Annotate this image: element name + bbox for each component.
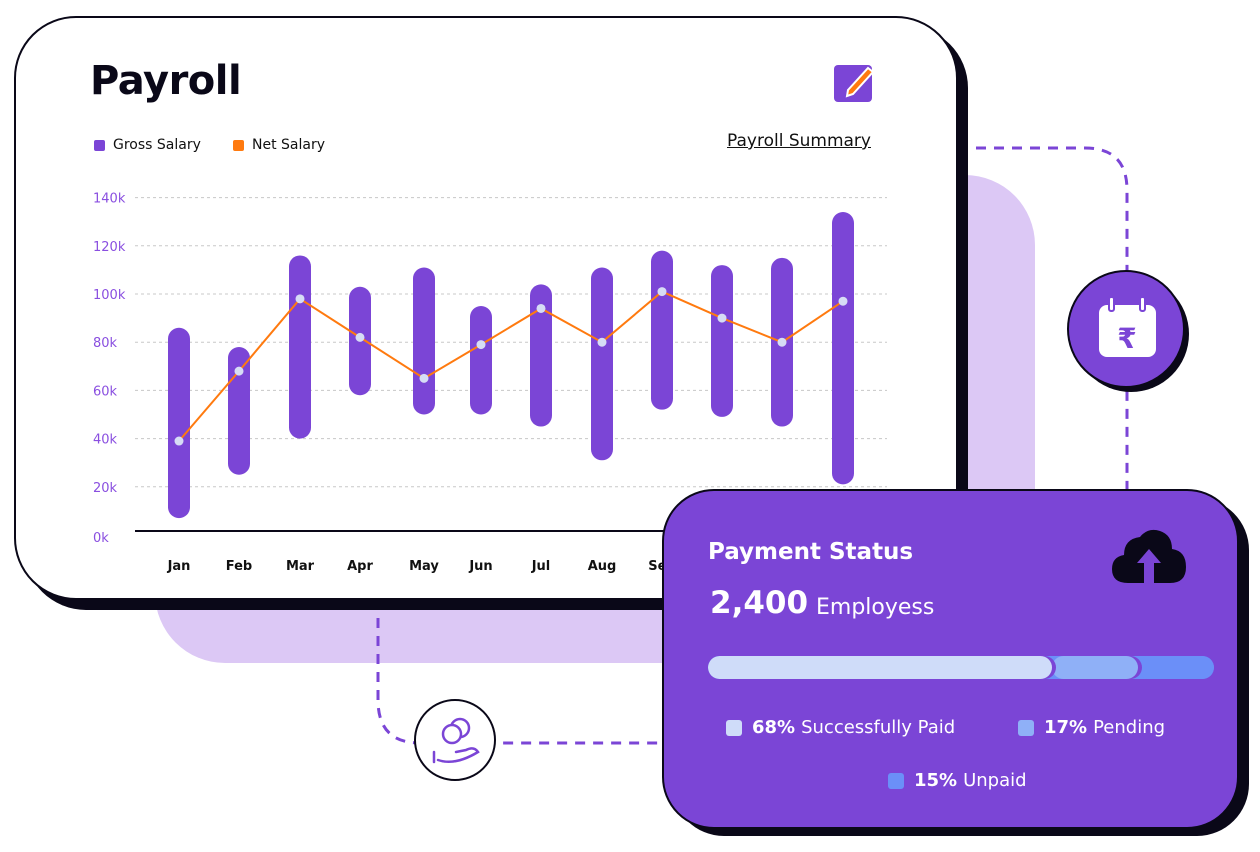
y-tick-label: 120k [93, 240, 126, 255]
employee-count-label: Employess [816, 595, 935, 620]
pending-percent: 17% [1044, 717, 1088, 738]
payment-progress-bar [708, 656, 1214, 679]
payment-status-title: Payment Status [708, 539, 914, 565]
net-salary-line [178, 290, 844, 442]
employee-count: 2,400 [710, 585, 809, 621]
unpaid-percent: 15% [914, 770, 958, 791]
legend-unpaid: 15% Unpaid [888, 770, 1027, 791]
net-salary-point [657, 287, 667, 297]
gross-salary-bar [832, 212, 854, 485]
net-salary-point [838, 296, 848, 306]
x-tick-label: Mar [286, 559, 315, 574]
cloud-upload-icon [1112, 529, 1186, 583]
payment-status-card: Payment Status 2,400 Employess 68% Succes… [662, 489, 1239, 829]
paid-label: Successfully Paid [801, 717, 956, 738]
net-salary-point [419, 373, 429, 383]
net-salary-point [717, 313, 727, 323]
y-tick-label: 0k [93, 531, 109, 546]
y-tick-label: 140k [93, 192, 126, 207]
y-tick-label: 60k [93, 384, 118, 399]
gross-salary-bar [289, 255, 311, 439]
paid-percent: 68% [752, 717, 796, 738]
legend-swatch [1018, 719, 1034, 736]
net-salary-point [174, 436, 184, 446]
pending-label: Pending [1093, 717, 1166, 738]
net-salary-point [597, 337, 607, 347]
net-salary-point [355, 332, 365, 342]
net-salary-point [234, 366, 244, 376]
y-tick-label: 20k [93, 481, 118, 496]
legend-swatch [888, 772, 904, 789]
legend-swatch [726, 719, 742, 736]
x-tick-label: Apr [347, 559, 373, 574]
legend-paid: 68% Successfully Paid [726, 717, 955, 738]
net-salary-point [295, 294, 305, 304]
gross-salary-bar [651, 250, 673, 410]
x-tick-label: Jul [531, 559, 551, 574]
unpaid-label: Unpaid [963, 770, 1027, 791]
gross-salary-bar [711, 265, 733, 417]
progress-segment [1052, 656, 1139, 679]
x-tick-label: Feb [226, 559, 252, 574]
gross-salary-bar [168, 327, 190, 519]
gross-salary-bar [470, 306, 492, 415]
gross-salary-bar [228, 347, 250, 475]
gross-salary-bar [591, 267, 613, 461]
progress-segment [1138, 656, 1214, 679]
gross-salary-bar [413, 267, 435, 415]
progress-segment [708, 656, 1053, 679]
x-tick-label: Aug [588, 559, 617, 574]
y-tick-label: 100k [93, 288, 126, 303]
y-tick-label: 80k [93, 336, 118, 351]
y-tick-label: 40k [93, 433, 118, 448]
net-salary-point [777, 337, 787, 347]
x-tick-label: May [409, 559, 439, 574]
net-salary-point [536, 303, 546, 313]
x-tick-label: Jan [167, 559, 191, 574]
net-salary-point [476, 340, 486, 350]
x-tick-label: Jun [468, 559, 492, 574]
legend-pending: 17% Pending [1018, 717, 1165, 738]
